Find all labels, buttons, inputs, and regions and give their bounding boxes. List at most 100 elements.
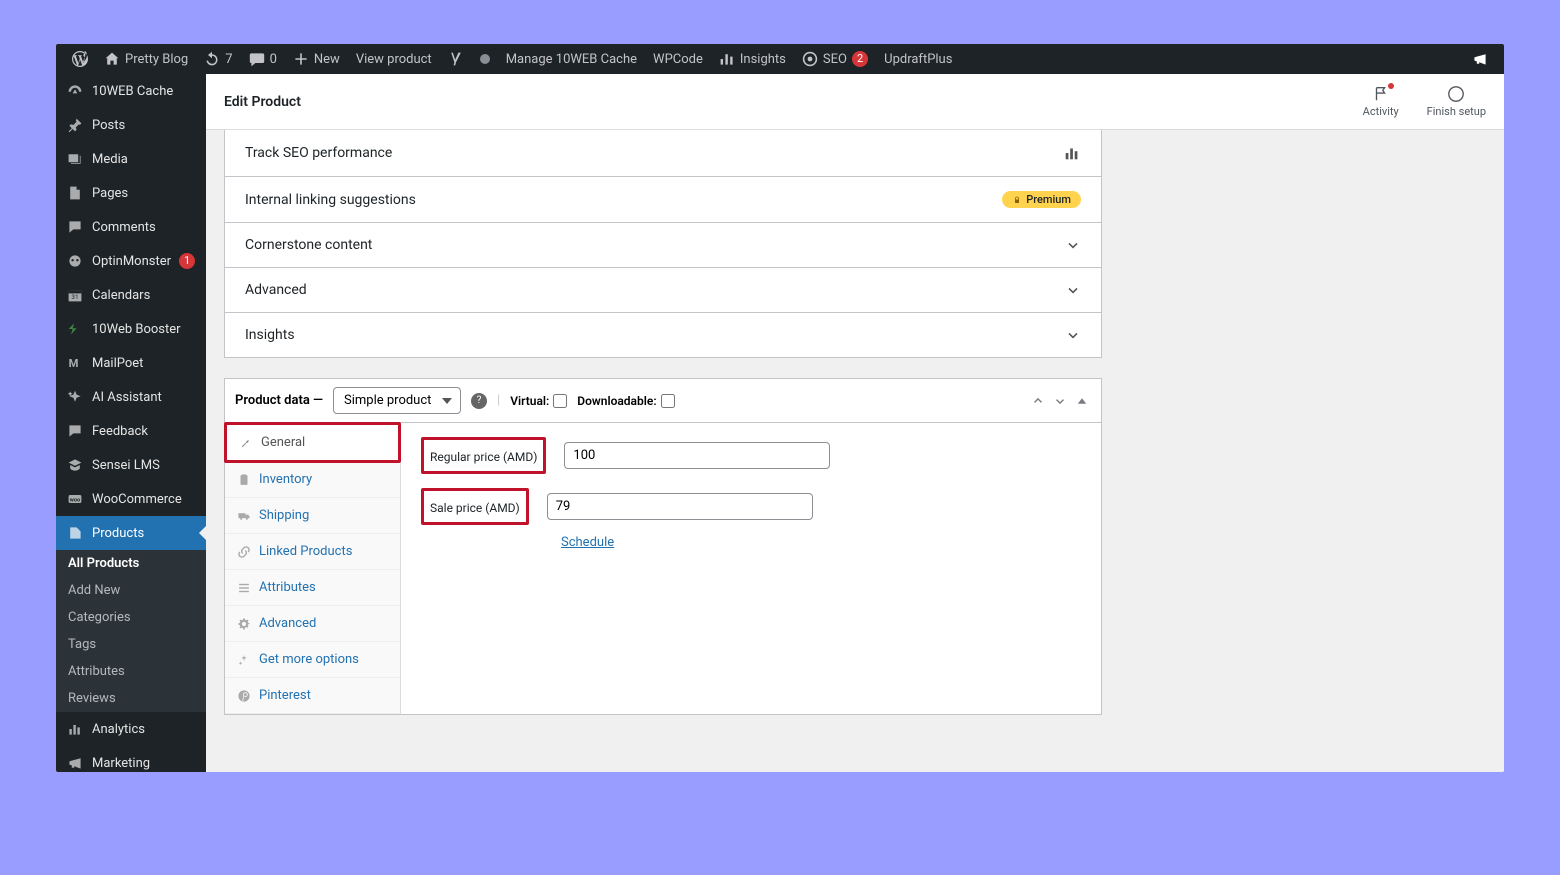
tab-label: Shipping <box>259 508 309 523</box>
yoast-icon <box>448 51 464 67</box>
tab-general[interactable]: General <box>224 422 401 463</box>
status-dot-item[interactable] <box>472 44 498 74</box>
schedule-link[interactable]: Schedule <box>561 535 614 550</box>
sidebar-item-pages[interactable]: Pages <box>56 176 206 210</box>
virtual-checkbox-label[interactable]: Virtual: <box>510 394 567 408</box>
tab-get-more-options[interactable]: Get more options <box>225 642 400 678</box>
sidebar-sub-attributes[interactable]: Attributes <box>56 658 206 685</box>
sidebar-item-marketing[interactable]: Marketing <box>56 746 206 772</box>
sidebar-item-analytics[interactable]: Analytics <box>56 712 206 746</box>
sidebar-item-label: Feedback <box>92 424 148 439</box>
content-area: Edit Product Activity Finish setup <box>206 74 1504 772</box>
seo-gear-icon <box>802 51 818 67</box>
downloadable-checkbox-label[interactable]: Downloadable: <box>577 394 674 408</box>
list-icon <box>237 581 251 595</box>
seo-link[interactable]: SEO 2 <box>794 44 876 74</box>
sidebar-item-posts[interactable]: Posts <box>56 108 206 142</box>
chevron-down-icon <box>1065 327 1081 343</box>
sidebar-sub-all-products[interactable]: All Products <box>56 550 206 577</box>
seo-row-cornerstone[interactable]: Cornerstone content <box>225 223 1101 268</box>
sidebar-item-label: MailPoet <box>92 356 143 371</box>
yoast-bar-item[interactable] <box>440 44 472 74</box>
downloadable-checkbox[interactable] <box>661 394 675 408</box>
sidebar-item-label: Comments <box>92 220 156 235</box>
tab-shipping[interactable]: Shipping <box>225 498 400 534</box>
sidebar-item-ai-assistant[interactable]: AI Assistant <box>56 380 206 414</box>
content-sidebar <box>1120 130 1400 715</box>
virtual-checkbox[interactable] <box>553 394 567 408</box>
svg-text:M: M <box>69 357 79 370</box>
view-product-link[interactable]: View product <box>348 44 440 74</box>
sidebar-item-woocommerce[interactable]: woo WooCommerce <box>56 482 206 516</box>
finish-setup-button[interactable]: Finish setup <box>1427 85 1486 118</box>
sidebar-item-sensei[interactable]: Sensei LMS <box>56 448 206 482</box>
sidebar-item-comments[interactable]: Comments <box>56 210 206 244</box>
panel-toggle-icon[interactable] <box>1073 392 1091 410</box>
sidebar-item-mailpoet[interactable]: M MailPoet <box>56 346 206 380</box>
sidebar-item-label: Products <box>92 526 144 541</box>
seo-row-insights[interactable]: Insights <box>225 313 1101 357</box>
sidebar-item-calendars[interactable]: 31 Calendars <box>56 278 206 312</box>
sidebar-item-optinmonster[interactable]: OptinMonster 1 <box>56 244 206 278</box>
sidebar-item-label: Media <box>92 152 128 167</box>
activity-label: Activity <box>1363 105 1399 118</box>
view-product-label: View product <box>356 52 432 67</box>
tab-attributes[interactable]: Attributes <box>225 570 400 606</box>
new-content-link[interactable]: New <box>285 44 348 74</box>
wrench-icon <box>239 436 253 450</box>
sidebar-item-10web-booster[interactable]: 10Web Booster <box>56 312 206 346</box>
mailpoet-icon: M <box>66 354 84 372</box>
panel-up-icon[interactable] <box>1029 392 1047 410</box>
regular-price-label: Regular price (AMD) <box>430 450 537 464</box>
premium-badge: Premium <box>1002 191 1081 208</box>
tab-pinterest[interactable]: Pinterest <box>225 678 400 714</box>
product-data-tabs: General Inventory Shipping <box>225 423 401 714</box>
booster-icon <box>66 320 84 338</box>
media-icon <box>66 150 84 168</box>
sidebar-item-label: WooCommerce <box>92 492 182 507</box>
insights-link[interactable]: Insights <box>711 44 794 74</box>
activity-button[interactable]: Activity <box>1363 85 1399 118</box>
monster-icon <box>66 252 84 270</box>
tab-inventory[interactable]: Inventory <box>225 462 400 498</box>
sidebar-item-media[interactable]: Media <box>56 142 206 176</box>
seo-row-internal-linking[interactable]: Internal linking suggestions Premium <box>225 177 1101 223</box>
help-icon[interactable]: ? <box>471 393 487 409</box>
updraft-link[interactable]: UpdraftPlus <box>876 44 960 74</box>
tab-linked-products[interactable]: Linked Products <box>225 534 400 570</box>
product-type-select[interactable]: Simple product <box>333 387 461 414</box>
sale-price-label-highlight: Sale price (AMD) <box>421 488 529 525</box>
insights-label: Insights <box>740 52 786 67</box>
sidebar-sub-add-new[interactable]: Add New <box>56 577 206 604</box>
sidebar-item-label: 10Web Booster <box>92 322 181 337</box>
pin-icon <box>66 116 84 134</box>
wp-logo[interactable] <box>64 44 96 74</box>
panel-down-icon[interactable] <box>1051 392 1069 410</box>
seo-row-label: Track SEO performance <box>245 145 392 161</box>
seo-row-track-performance[interactable]: Track SEO performance <box>225 130 1101 177</box>
seo-badge: 2 <box>852 51 868 67</box>
svg-text:woo: woo <box>70 497 80 503</box>
sidebar-sub-reviews[interactable]: Reviews <box>56 685 206 712</box>
regular-price-input[interactable] <box>564 442 830 469</box>
sidebar-sub-categories[interactable]: Categories <box>56 604 206 631</box>
sidebar-sub-tags[interactable]: Tags <box>56 631 206 658</box>
seo-row-advanced[interactable]: Advanced <box>225 268 1101 313</box>
sale-price-input[interactable] <box>547 493 813 520</box>
wpcode-link[interactable]: WPCode <box>645 44 711 74</box>
sidebar-item-10web-cache[interactable]: 10WEB Cache <box>56 74 206 108</box>
sidebar-item-products[interactable]: Products <box>56 516 206 550</box>
updates-link[interactable]: 7 <box>196 44 240 74</box>
new-label: New <box>314 52 340 67</box>
sidebar-item-feedback[interactable]: Feedback <box>56 414 206 448</box>
refresh-icon <box>204 51 220 67</box>
comments-link[interactable]: 0 <box>241 44 285 74</box>
manage-cache-label: Manage 10WEB Cache <box>506 52 637 67</box>
notifications-link[interactable] <box>1464 44 1496 74</box>
tab-advanced[interactable]: Advanced <box>225 606 400 642</box>
page-icon <box>66 184 84 202</box>
sidebar-item-label: Analytics <box>92 722 145 737</box>
site-name-link[interactable]: Pretty Blog <box>96 44 196 74</box>
manage-cache-link[interactable]: Manage 10WEB Cache <box>498 44 645 74</box>
graduation-icon <box>66 456 84 474</box>
